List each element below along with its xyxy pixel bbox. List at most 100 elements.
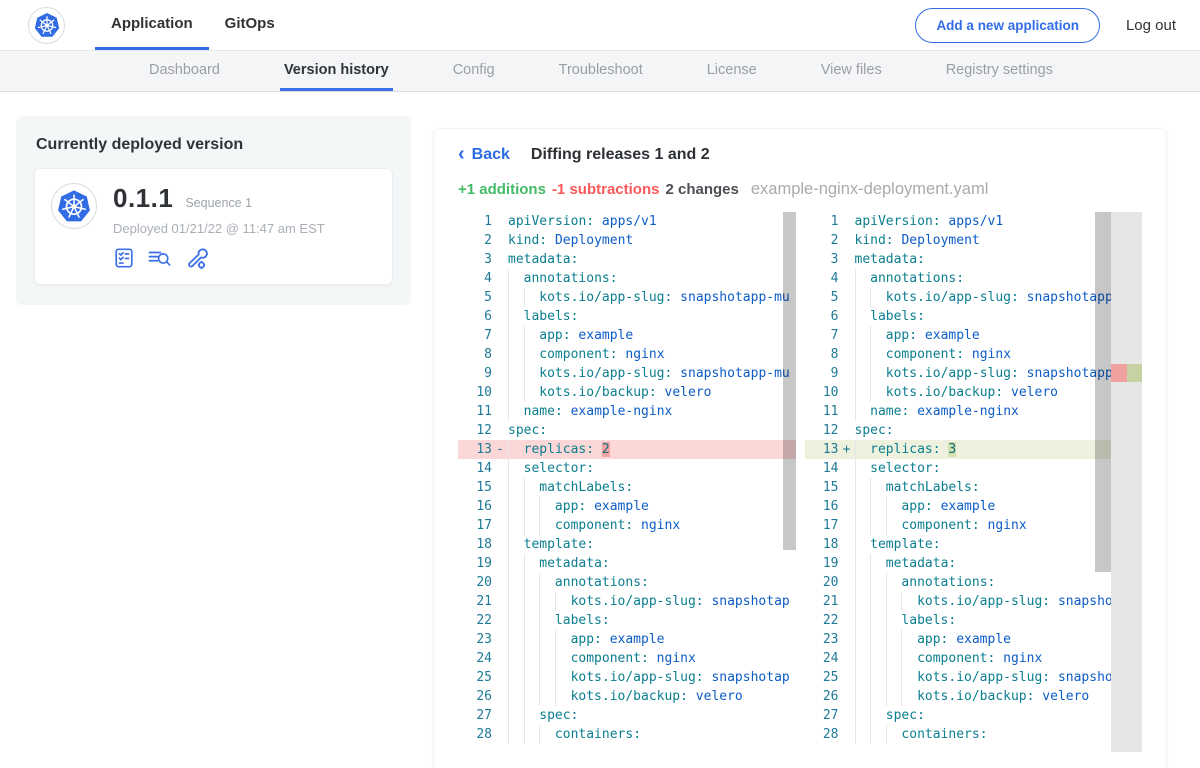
line-number: 20: [805, 573, 839, 592]
subnav-tab-version-history[interactable]: Version history: [280, 51, 393, 91]
code-line: 16app: example: [805, 497, 1143, 516]
view-logs-icon[interactable]: [147, 247, 172, 269]
subnav-tab-license[interactable]: License: [703, 51, 761, 91]
indent-guide: [870, 288, 886, 307]
code-text: app: example: [508, 630, 796, 649]
indent-guide: [508, 288, 524, 307]
diff-sign: [492, 250, 508, 269]
indent-guide: [855, 307, 871, 326]
ruler-deletion-marker: [1111, 364, 1127, 382]
subnav-tab-dashboard[interactable]: Dashboard: [145, 51, 224, 91]
indent-guide: [855, 364, 871, 383]
indent-guide: [508, 592, 524, 611]
diff-stats: +1 additions -1 subtractions 2 changes e…: [458, 180, 1142, 199]
add-application-button[interactable]: Add a new application: [915, 8, 1100, 43]
indent-guide: [855, 554, 871, 573]
line-number: 28: [458, 725, 492, 744]
indent-guide: [524, 706, 540, 725]
indent-guide: [855, 611, 871, 630]
line-number: 22: [805, 611, 839, 630]
line-number: 17: [458, 516, 492, 535]
code-text: spec:: [855, 706, 1143, 725]
diff-sign: [839, 307, 855, 326]
indent-guide: [855, 478, 871, 497]
indent-guide: [555, 668, 571, 687]
code-text: kind: Deployment: [508, 231, 796, 250]
deployed-card-title: Currently deployed version: [36, 136, 393, 154]
indent-guide: [855, 402, 871, 421]
line-number: 26: [805, 687, 839, 706]
code-line: 25kots.io/app-slug: snapshotap: [458, 668, 796, 687]
diff-sign: [492, 288, 508, 307]
indent-guide: [886, 573, 902, 592]
back-link[interactable]: ‹ Back: [458, 145, 510, 165]
back-label: Back: [472, 146, 510, 164]
diff-sign: [492, 516, 508, 535]
top-navbar: Application GitOps Add a new application…: [0, 0, 1200, 50]
code-line: 19metadata:: [458, 554, 796, 573]
subtractions-count: -1 subtractions: [552, 181, 660, 198]
release-notes-icon[interactable]: [113, 247, 135, 269]
indent-guide: [901, 687, 917, 706]
diff-sign: [492, 212, 508, 231]
indent-guide: [855, 326, 871, 345]
code-text: annotations:: [855, 573, 1143, 592]
scrollbar-thumb[interactable]: [1095, 212, 1111, 572]
indent-guide: [508, 573, 524, 592]
subnav-tab-registry-settings[interactable]: Registry settings: [942, 51, 1057, 91]
configure-wrench-icon[interactable]: [184, 246, 208, 270]
indent-guide: [539, 573, 555, 592]
code-line: 12spec:: [458, 421, 796, 440]
indent-guide: [524, 630, 540, 649]
indent-guide: [539, 497, 555, 516]
code-text: spec:: [508, 421, 796, 440]
indent-guide: [508, 440, 524, 459]
indent-guide: [870, 554, 886, 573]
diff-sign: [839, 383, 855, 402]
line-number: 12: [805, 421, 839, 440]
subnav-tab-config[interactable]: Config: [449, 51, 499, 91]
indent-guide: [886, 497, 902, 516]
code-line: 20 annotations:: [805, 573, 1143, 592]
indent-guide: [508, 668, 524, 687]
line-number: 11: [458, 402, 492, 421]
diff-sign: [839, 364, 855, 383]
diff-sign: [839, 497, 855, 516]
indent-guide: [524, 345, 540, 364]
indent-guide: [886, 630, 902, 649]
tab-gitops[interactable]: GitOps: [209, 0, 291, 50]
line-number: 18: [805, 535, 839, 554]
indent-guide: [555, 649, 571, 668]
code-text: annotations:: [508, 573, 796, 592]
line-number: 10: [458, 383, 492, 402]
indent-guide: [870, 383, 886, 402]
code-line: 21kots.io/app-slug: snapshotap: [458, 592, 796, 611]
line-number: 9: [805, 364, 839, 383]
code-text: component: nginx: [508, 516, 796, 535]
tab-application[interactable]: Application: [95, 0, 209, 50]
additions-count: +1 additions: [458, 181, 546, 198]
line-number: 5: [458, 288, 492, 307]
indent-guide: [855, 649, 871, 668]
diff-sign: [839, 478, 855, 497]
logout-button[interactable]: Log out: [1126, 17, 1176, 34]
indent-guide: [539, 687, 555, 706]
code-line: 22labels:: [805, 611, 1143, 630]
subnav-tab-troubleshoot[interactable]: Troubleshoot: [555, 51, 647, 91]
indent-guide: [901, 592, 917, 611]
code-line: 9kots.io/app-slug: snapshotapp-mu: [458, 364, 796, 383]
version-number: 0.1.1: [113, 183, 173, 214]
line-number: 19: [805, 554, 839, 573]
indent-guide: [555, 687, 571, 706]
code-text: matchLabels:: [508, 478, 796, 497]
indent-guide: [870, 364, 886, 383]
diff-sign: [492, 459, 508, 478]
scrollbar-thumb[interactable]: [783, 212, 796, 550]
indent-guide: [870, 630, 886, 649]
code-text: app: example: [508, 326, 796, 345]
subnav-tab-view-files[interactable]: View files: [817, 51, 886, 91]
code-line: 18template:: [458, 535, 796, 554]
indent-guide: [886, 668, 902, 687]
indent-guide: [870, 573, 886, 592]
indent-guide: [870, 668, 886, 687]
